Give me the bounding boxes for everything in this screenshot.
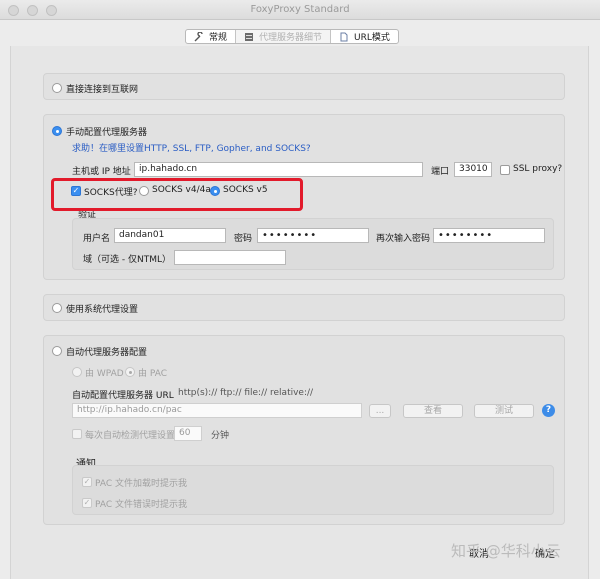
socks-highlight-box: [51, 178, 303, 211]
ssl-proxy-checkbox[interactable]: [500, 165, 510, 175]
notify-load-checkbox[interactable]: ✓: [82, 477, 92, 487]
direct-radio[interactable]: [52, 83, 62, 93]
tab-proxy-details-label: 代理服务器细节: [259, 33, 323, 43]
reload-checkbox[interactable]: [72, 429, 82, 439]
browse-button[interactable]: ...: [369, 404, 391, 418]
tab-general[interactable]: 常规: [186, 30, 237, 43]
tab-url-patterns[interactable]: URL模式: [331, 30, 398, 43]
notify-error-checkbox[interactable]: ✓: [82, 498, 92, 508]
pac-url-input[interactable]: http://ip.hahado.cn/pac: [72, 403, 362, 418]
domain-label: 域（可选 - 仅NTML）: [83, 255, 171, 265]
document-icon: [339, 32, 349, 42]
notify-error-label: PAC 文件错误时提示我: [95, 500, 187, 510]
test-button[interactable]: 测试: [474, 404, 534, 418]
notify-load-label: PAC 文件加载时提示我: [95, 479, 187, 489]
port-input[interactable]: 33010: [454, 162, 492, 177]
system-label: 使用系统代理设置: [66, 305, 139, 315]
port-label: 端口: [431, 167, 450, 177]
tab-proxy-details[interactable]: 代理服务器细节: [236, 30, 332, 43]
watermark-text: 知乎 @华科小云: [451, 542, 561, 560]
tab-general-label: 常规: [209, 33, 228, 43]
pac-label: 由 PAC: [138, 369, 167, 379]
domain-input[interactable]: [174, 250, 286, 265]
username-input[interactable]: dandan01: [114, 228, 226, 243]
wrench-icon: [194, 30, 204, 42]
host-label: 主机或 IP 地址: [72, 167, 131, 177]
username-label: 用户名: [83, 234, 111, 244]
system-radio[interactable]: [52, 303, 62, 313]
password-label: 密码: [234, 234, 253, 244]
tab-bar: 常规 代理服务器细节 URL模式: [185, 29, 399, 44]
pac-radio[interactable]: [125, 367, 135, 377]
password-input[interactable]: ••••••••: [257, 228, 369, 243]
direct-label: 直接连接到互联网: [66, 85, 139, 95]
manual-radio[interactable]: [52, 126, 62, 136]
reload-label: 每次自动检测代理设置: [85, 431, 176, 441]
reload-unit-label: 分钟: [211, 431, 230, 441]
server-icon: [244, 32, 254, 42]
pac-url-hint: http(s):// ftp:// file:// relative://: [178, 388, 314, 398]
password-repeat-input[interactable]: ••••••••: [433, 228, 545, 243]
wpad-label: 由 WPAD: [85, 369, 124, 379]
password-repeat-label: 再次输入密码: [376, 234, 431, 244]
auto-radio[interactable]: [52, 346, 62, 356]
wpad-radio[interactable]: [72, 367, 82, 377]
window-title: FoxyProxy Standard: [250, 4, 350, 15]
host-input[interactable]: ip.hahado.cn: [134, 162, 423, 177]
tab-url-patterns-label: URL模式: [354, 33, 390, 43]
manual-label: 手动配置代理服务器: [66, 128, 148, 138]
help-link[interactable]: 求助！在哪里设置HTTP, SSL, FTP, Gopher, and SOCK…: [72, 141, 311, 154]
pac-url-label: 自动配置代理服务器 URL: [72, 391, 174, 401]
title-bar: FoxyProxy Standard: [0, 0, 600, 20]
view-button[interactable]: 查看: [403, 404, 463, 418]
auto-label: 自动代理服务器配置: [66, 348, 148, 358]
help-icon[interactable]: ?: [542, 404, 555, 417]
ssl-proxy-label: SSL proxy?: [513, 164, 563, 174]
reload-interval-input[interactable]: 60: [174, 426, 202, 441]
